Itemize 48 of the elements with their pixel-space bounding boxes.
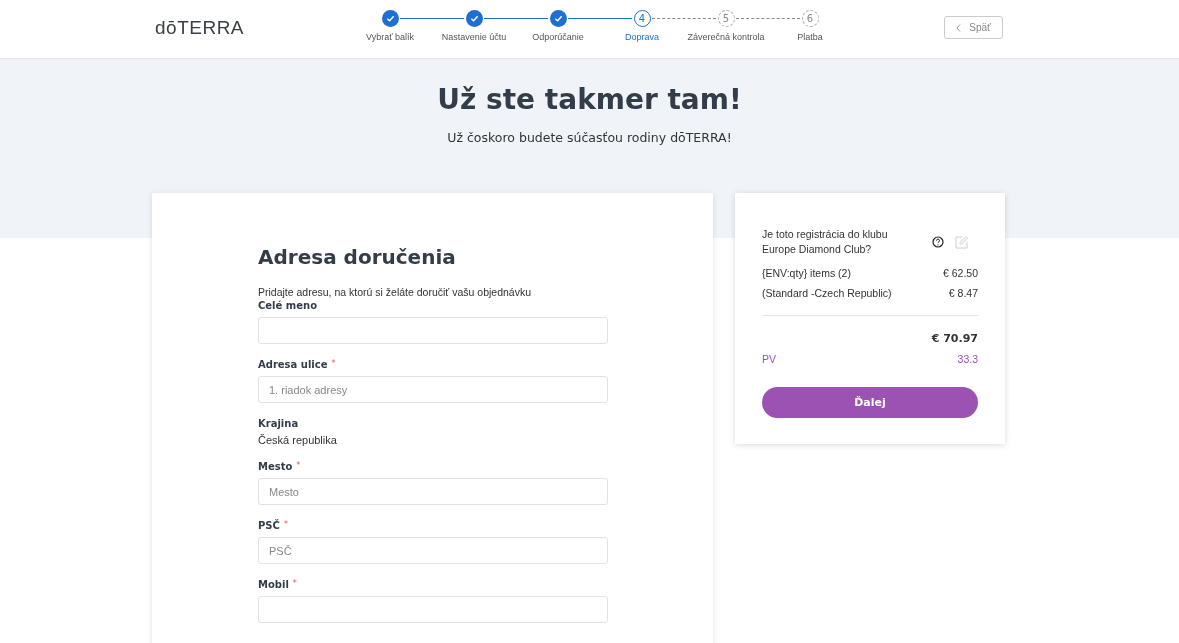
step-label: Vybrať balík (365, 32, 416, 42)
step-label: Záverečná kontrola (686, 32, 766, 42)
line-amount: € 62.50 (942, 267, 978, 279)
form-title: Adresa doručenia (258, 245, 457, 269)
order-total: € 70.97 (930, 332, 978, 345)
field-label: Celé meno (258, 300, 317, 311)
step-connector (652, 18, 717, 19)
club-question: Je toto registrácia do klubu Europe Diamond Club? (762, 227, 889, 257)
field-label: Adresa ulice (258, 359, 328, 370)
step-connector (736, 18, 801, 19)
help-icon[interactable] (932, 236, 944, 248)
page-title: Už ste takmer tam! (437, 83, 742, 116)
input-field[interactable]: Mesto (258, 478, 608, 505)
form-intro: Pridajte adresu, na ktorú si želáte doručiť vašu objednávku (258, 286, 532, 298)
pv-value: 33.3 (957, 353, 978, 365)
line-amount: € 8.47 (948, 287, 978, 299)
field-label: Mesto (258, 461, 293, 472)
step-number: 4 (633, 10, 651, 27)
line-label: {ENV:qty} items (2) (762, 267, 851, 279)
page-subtitle: Už čoskoro budete súčasťou rodiny dōTERRA! (447, 130, 732, 145)
required-mark: * (283, 520, 288, 531)
next-button[interactable]: Ďalej (762, 387, 978, 418)
step-number: 6 (801, 10, 819, 27)
step-connector (568, 18, 633, 19)
required-mark: * (296, 461, 301, 472)
field-label: Mobil (258, 579, 289, 590)
step-label: Platba (796, 32, 824, 42)
back-button[interactable]: Späť (944, 16, 1003, 39)
step-label: Odporúčanie (531, 32, 585, 42)
edit-icon[interactable] (954, 234, 969, 250)
step-connector (400, 18, 465, 19)
field-value: Česká republika (258, 434, 338, 446)
required-mark: * (292, 579, 297, 590)
step-connector (484, 18, 549, 19)
input-field[interactable] (258, 317, 608, 344)
step-label: Doprava (624, 32, 661, 42)
pv-label: PV (762, 353, 776, 365)
chevron-left-icon (956, 23, 962, 32)
input-field[interactable]: 1. riadok adresy (258, 376, 608, 403)
line-label: (Standard -Czech Republic) (762, 287, 892, 299)
logo: dōTERRA (155, 17, 245, 39)
input-field[interactable]: PSČ (258, 537, 608, 564)
step-number: 5 (717, 10, 735, 27)
field-label: PSČ (258, 520, 280, 531)
step-label: Nastavenie účtu (440, 32, 508, 42)
field-label: Krajina (258, 418, 299, 429)
required-mark: * (331, 359, 336, 370)
input-field[interactable] (258, 596, 608, 623)
